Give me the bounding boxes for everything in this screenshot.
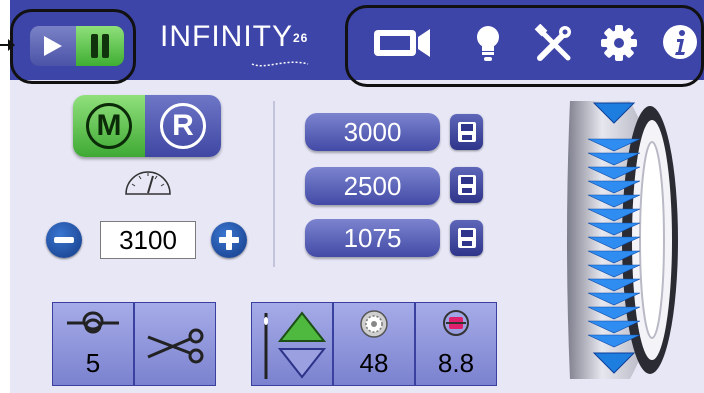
decrease-speed-button[interactable] [46,222,82,258]
needle-position-tile[interactable] [251,302,333,386]
thread-spool-tile[interactable]: 8.8 [415,302,497,386]
increase-speed-button[interactable] [211,222,247,258]
mode-r-label: R [160,103,206,149]
logo-swirl-icon [251,61,309,67]
logo-suffix: 26 [293,31,309,46]
stitch-count: 5 [85,348,101,378]
mode-toggle[interactable]: M R [73,95,221,157]
play-icon [44,36,62,56]
thread-spool-icon [443,310,469,336]
pause-icon [91,34,98,58]
thread-value: 8.8 [437,348,475,378]
play-button[interactable] [30,26,76,66]
section-divider [273,101,275,267]
light-bulb-icon[interactable] [474,24,502,64]
speed-value-field[interactable]: 3100 [100,221,196,259]
pause-button[interactable] [76,26,124,66]
speedometer-icon [125,171,171,195]
needle-down-icon[interactable] [278,347,326,379]
play-pause-control[interactable] [30,26,124,66]
save-preset-1-button[interactable] [450,114,483,150]
bobbin-counter-tile[interactable]: 48 [333,302,415,386]
knot-icon [67,311,119,334]
save-icon [457,175,476,195]
preset-2-button[interactable]: 2500 [305,167,440,205]
logo-text: INFINITY [160,20,293,53]
preset-3-button[interactable]: 1075 [305,219,440,257]
needle-up-icon[interactable] [278,311,326,343]
bobbin-icon [360,310,388,338]
video-camera-icon[interactable] [372,24,434,60]
mode-r-button[interactable]: R [145,95,221,157]
minus-icon [54,237,74,243]
mode-m-label: M [86,103,132,149]
save-preset-2-button[interactable] [450,167,483,203]
needle-icon [264,313,268,379]
preset-1-button[interactable]: 3000 [305,113,440,151]
mode-m-button[interactable]: M [73,95,145,157]
plus-icon [219,230,239,250]
knot-stitch-tile[interactable]: 5 [52,302,134,386]
speed-wheel[interactable] [564,95,702,385]
tools-icon[interactable] [534,24,574,64]
info-icon[interactable] [662,24,698,60]
save-preset-3-button[interactable] [450,220,483,256]
bobbin-count: 48 [359,348,389,378]
save-icon [457,122,476,142]
brand-logo: INFINITY26 [160,20,309,67]
thread-cut-tile[interactable] [134,302,216,386]
gear-icon[interactable] [600,24,638,62]
save-icon [457,228,476,248]
scissors-icon [147,328,204,364]
